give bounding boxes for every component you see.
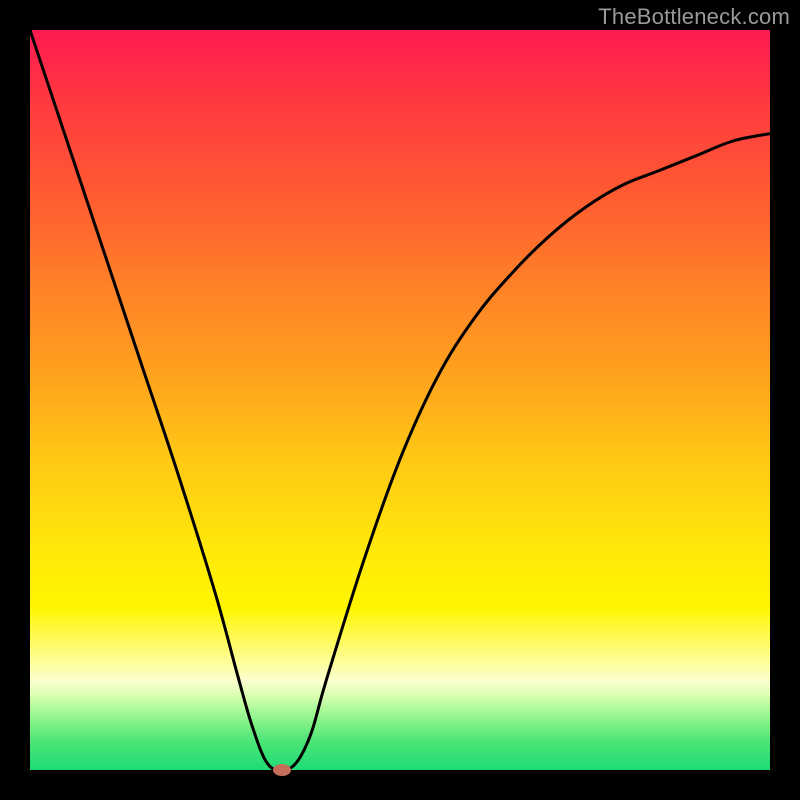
chart-frame: TheBottleneck.com — [0, 0, 800, 800]
optimal-point-marker — [273, 764, 291, 776]
watermark-label: TheBottleneck.com — [598, 4, 790, 30]
bottleneck-curve — [30, 30, 770, 770]
plot-area — [30, 30, 770, 770]
